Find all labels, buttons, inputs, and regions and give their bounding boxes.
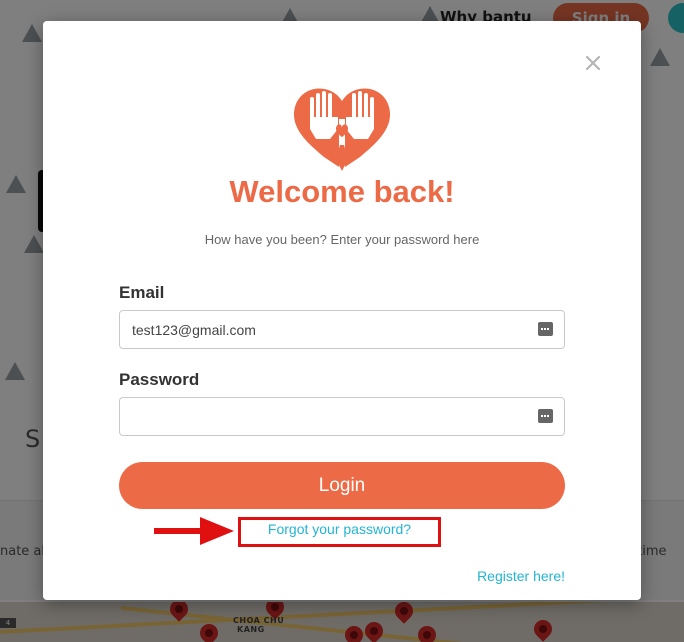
keyboard-icon[interactable] — [538, 409, 553, 423]
login-button[interactable]: Login — [119, 462, 565, 509]
keyboard-icon[interactable] — [538, 322, 553, 336]
password-field[interactable] — [120, 398, 530, 435]
heart-hands-logo-icon — [293, 88, 391, 179]
welcome-title: Welcome back! — [229, 174, 455, 209]
email-field[interactable] — [120, 311, 530, 348]
close-icon[interactable] — [582, 52, 604, 74]
register-link[interactable]: Register here! — [43, 568, 565, 584]
forgot-password-link[interactable]: Forgot your password? — [238, 521, 441, 537]
welcome-subtitle: How have you been? Enter your password h… — [204, 232, 480, 247]
password-label: Password — [119, 370, 200, 389]
password-field-container — [119, 397, 565, 436]
login-modal: Welcome back! How have you been? Enter y… — [43, 21, 641, 600]
email-label: Email — [119, 283, 165, 302]
arrow-right-icon — [154, 517, 234, 545]
email-field-container — [119, 310, 565, 349]
